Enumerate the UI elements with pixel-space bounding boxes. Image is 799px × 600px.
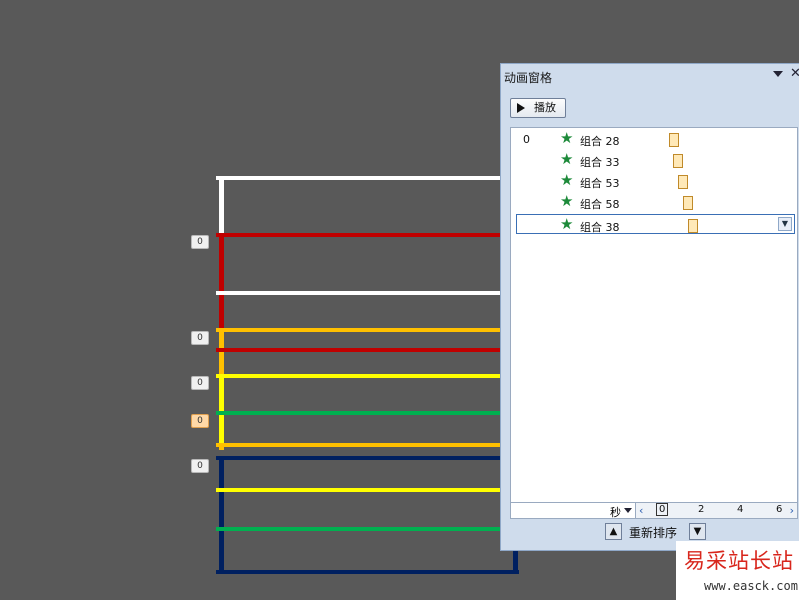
watermark-url: www.easck.com bbox=[704, 579, 798, 593]
timing-block[interactable] bbox=[683, 196, 693, 210]
play-icon bbox=[517, 103, 525, 113]
animation-tag-highlighted[interactable]: 0 bbox=[191, 414, 209, 428]
item-index: 0 bbox=[523, 133, 530, 146]
timing-block[interactable] bbox=[669, 133, 679, 147]
green-bar-1 bbox=[216, 411, 500, 415]
chevron-down-icon bbox=[624, 508, 632, 513]
timing-block[interactable] bbox=[673, 154, 683, 168]
yellow-bar-1 bbox=[216, 374, 500, 378]
red-vertical-bar bbox=[219, 235, 224, 330]
timeline-scroll-right-icon[interactable]: › bbox=[790, 504, 794, 517]
effect-star-icon: ★ bbox=[560, 150, 574, 168]
animation-list-item[interactable]: ★ 组合 53 bbox=[511, 171, 797, 191]
reorder-label: 重新排序 bbox=[629, 526, 678, 540]
timeline-tick: 6 bbox=[776, 504, 783, 515]
red-bar-2 bbox=[216, 348, 500, 352]
item-name: 组合 53 bbox=[580, 177, 620, 190]
item-name: 组合 33 bbox=[580, 156, 620, 169]
animation-pane: 动画窗格 ✕ 播放 0 ★ 组合 28 ★ 组合 33 ★ 组合 53 ★ 组合… bbox=[500, 63, 799, 551]
play-button[interactable]: 播放 bbox=[510, 98, 566, 118]
timing-block[interactable] bbox=[688, 219, 698, 233]
watermark-text: 易采站长站 bbox=[684, 549, 794, 573]
time-unit-select[interactable]: 秒 bbox=[511, 503, 636, 519]
navy-bar-bottom bbox=[216, 570, 519, 574]
play-button-label: 播放 bbox=[534, 101, 556, 114]
item-dropdown-chevron-down-icon[interactable]: ▼ bbox=[778, 217, 792, 231]
green-bar-2 bbox=[216, 527, 500, 531]
timeline-tick: 2 bbox=[698, 504, 705, 515]
animation-list[interactable]: 0 ★ 组合 28 ★ 组合 33 ★ 组合 53 ★ 组合 58 ★ 组合 3… bbox=[510, 127, 798, 504]
white-bar-2 bbox=[216, 291, 500, 295]
animation-tag[interactable]: 0 bbox=[191, 331, 209, 345]
animation-list-item-selected[interactable]: ★ 组合 38 ▼ bbox=[516, 214, 795, 234]
navy-vertical-bar-left bbox=[219, 458, 224, 574]
orange-bar-2 bbox=[216, 443, 500, 447]
move-down-icon[interactable]: ▼ bbox=[689, 523, 706, 540]
pane-title: 动画窗格 bbox=[504, 71, 553, 85]
animation-tag[interactable]: 0 bbox=[191, 235, 209, 249]
navy-vertical-bar-right bbox=[513, 548, 518, 574]
timeline-tick: 4 bbox=[737, 504, 744, 515]
pane-menu-chevron-down-icon[interactable] bbox=[773, 71, 783, 77]
animation-tag[interactable]: 0 bbox=[191, 376, 209, 390]
item-name: 组合 28 bbox=[580, 135, 620, 148]
effect-star-icon: ★ bbox=[560, 192, 574, 210]
item-name: 组合 38 bbox=[580, 221, 620, 234]
white-vertical-bar bbox=[219, 178, 224, 238]
close-icon[interactable]: ✕ bbox=[790, 66, 799, 81]
timeline-bar: 秒 ‹ 0 2 4 6 › bbox=[510, 502, 798, 519]
effect-star-icon: ★ bbox=[560, 215, 574, 233]
yellow-bar-2 bbox=[216, 488, 500, 492]
timing-block[interactable] bbox=[678, 175, 688, 189]
animation-tag[interactable]: 0 bbox=[191, 459, 209, 473]
white-bar-top bbox=[216, 176, 500, 180]
effect-star-icon: ★ bbox=[560, 171, 574, 189]
item-name: 组合 58 bbox=[580, 198, 620, 211]
orange-bar-1 bbox=[216, 328, 500, 332]
watermark: 易采站长站 www.easck.com bbox=[676, 541, 799, 600]
animation-list-item[interactable]: 0 ★ 组合 28 bbox=[511, 129, 797, 149]
move-up-icon[interactable]: ▲ bbox=[605, 523, 622, 540]
red-bar-1 bbox=[216, 233, 500, 237]
time-unit-label: 秒 bbox=[610, 506, 621, 519]
animation-list-item[interactable]: ★ 组合 33 bbox=[511, 150, 797, 170]
timeline-tick: 0 bbox=[656, 503, 669, 516]
animation-list-item[interactable]: ★ 组合 58 bbox=[511, 192, 797, 212]
navy-bar-top bbox=[216, 456, 500, 460]
effect-star-icon: ★ bbox=[560, 129, 574, 147]
timeline-scroll-left-icon[interactable]: ‹ bbox=[639, 504, 643, 517]
